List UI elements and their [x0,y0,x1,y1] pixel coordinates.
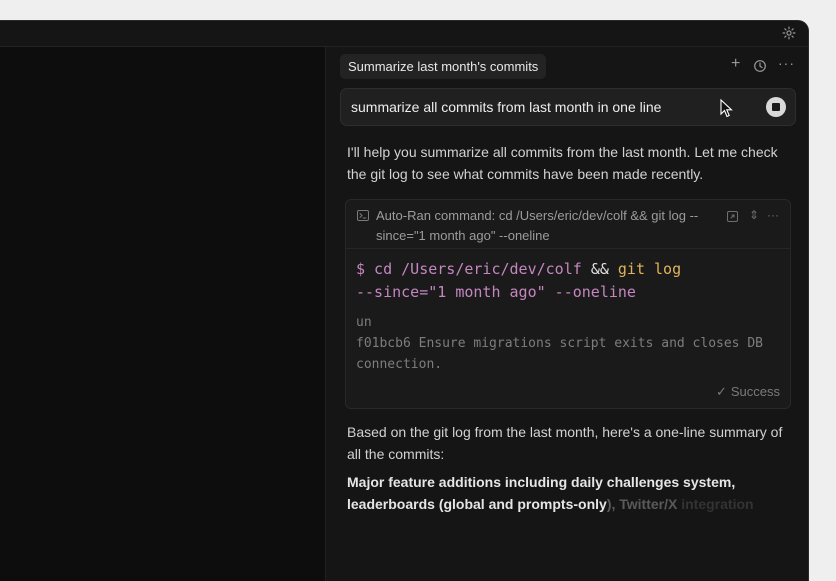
command-summary: Auto-Ran command: cd /Users/eric/dev/col… [376,208,699,243]
editor-pane [0,47,325,581]
terminal-icon [357,210,369,221]
assistant-message: Based on the git log from the last month… [347,424,783,462]
assistant-summary: Major feature additions including daily … [347,471,793,515]
plus-icon[interactable]: + [731,56,740,72]
command-line: $ cd /Users/eric/dev/colf && git log [356,258,786,281]
stop-button[interactable] [766,97,786,117]
command-body: $ cd /Users/eric/dev/colf && git log --s… [356,258,786,375]
status-text: Success [730,384,780,399]
mouse-cursor-icon [720,99,733,118]
summary-text-faded: integration [677,496,754,512]
gear-icon[interactable] [782,26,796,40]
prompt-text: summarize all commits from last month in… [351,99,662,115]
command-card: Auto-Ran command: cd /Users/eric/dev/col… [345,199,791,409]
more-icon[interactable]: ··· [778,56,795,70]
summary-text-fading: ), Twitter/X [606,496,678,512]
more-icon[interactable]: ··· [767,208,779,222]
prompt-input[interactable]: summarize all commits from last month in… [340,88,796,126]
command-operator: && [590,260,609,278]
command-args: --since="1 month ago" --oneline [356,283,636,301]
command-prompt: $ cd /Users/eric/dev/colf [356,260,591,278]
command-output-line: f01bcb6 Ensure migrations script exits a… [356,336,771,372]
assistant-message: I'll help you summarize all commits from… [347,144,778,182]
app-window: Summarize last month's commits + ··· sum… [0,21,808,581]
command-output-line: un [356,315,372,330]
command-git: git log [608,260,682,278]
stop-icon [772,103,780,111]
history-icon[interactable] [753,59,767,73]
chat-tab-title[interactable]: Summarize last month's commits [340,54,547,79]
expand-icon[interactable]: ⇕ [749,208,759,222]
command-card-header[interactable]: Auto-Ran command: cd /Users/eric/dev/col… [346,200,790,249]
open-external-icon[interactable] [727,211,738,222]
status-badge: ✓ Success [716,384,780,400]
title-bar [0,21,808,47]
chat-panel: Summarize last month's commits + ··· sum… [326,47,808,581]
check-icon: ✓ [715,384,727,399]
